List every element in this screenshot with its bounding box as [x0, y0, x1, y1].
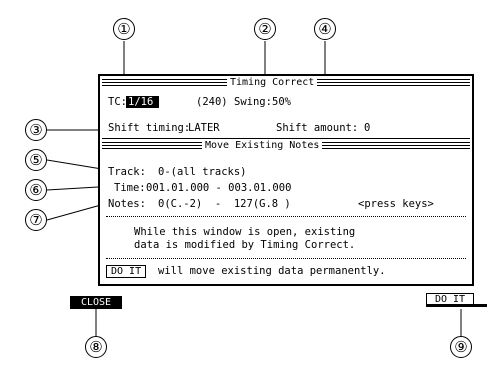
time-label: Time: — [114, 182, 146, 194]
notes-range-field[interactable]: 0(C.-2) - 127(G.8 ) — [158, 198, 291, 210]
shift-amount-label: Shift amount: — [276, 122, 359, 134]
dotted-divider-2 — [106, 258, 466, 259]
callout-3: ③ — [25, 119, 47, 141]
close-button[interactable]: CLOSE — [70, 296, 122, 309]
info-line-1: While this window is open, existing — [134, 226, 356, 238]
callout-5: ⑤ — [25, 149, 47, 171]
callout-9: ⑨ — [450, 336, 472, 358]
timing-correct-title: Timing Correct — [227, 78, 318, 88]
time-range-field[interactable]: 001.01.000 - 003.01.000 — [146, 182, 291, 194]
track-label: Track: — [108, 166, 146, 178]
move-existing-title: Move Existing Notes — [202, 141, 323, 151]
notes-hint: <press keys> — [358, 198, 434, 210]
section-divider — [102, 138, 470, 139]
callout-2: ② — [254, 18, 276, 40]
track-value-field[interactable]: 0-(all tracks) — [158, 166, 247, 178]
lcd-window: Timing Correct TC: 1/16 (240) Swing: 50%… — [98, 74, 474, 286]
inline-doit-label: DO IT — [106, 265, 147, 278]
callout-8: ⑧ — [85, 336, 107, 358]
do-it-button[interactable]: DO IT — [426, 293, 474, 306]
callout-6: ⑥ — [25, 179, 47, 201]
shift-amount-value-field[interactable]: 0 — [364, 122, 370, 134]
swing-label: Swing: — [234, 96, 272, 108]
shift-timing-value-field[interactable]: LATER — [188, 122, 220, 134]
dotted-divider — [106, 216, 466, 217]
shift-timing-label: Shift timing: — [108, 122, 191, 134]
callout-4: ④ — [314, 18, 336, 40]
info-line-2: data is modified by Timing Correct. — [134, 239, 356, 251]
callout-7: ⑦ — [25, 209, 47, 231]
doit-message: will move existing data permanently. — [158, 265, 386, 277]
notes-label: Notes: — [108, 198, 146, 210]
tc-value-field[interactable]: 1/16 — [126, 96, 160, 108]
swing-value-field[interactable]: 50% — [272, 96, 291, 108]
tc-ticks: (240) — [196, 96, 228, 108]
callout-1: ① — [113, 18, 135, 40]
tc-label: TC: — [108, 96, 127, 108]
